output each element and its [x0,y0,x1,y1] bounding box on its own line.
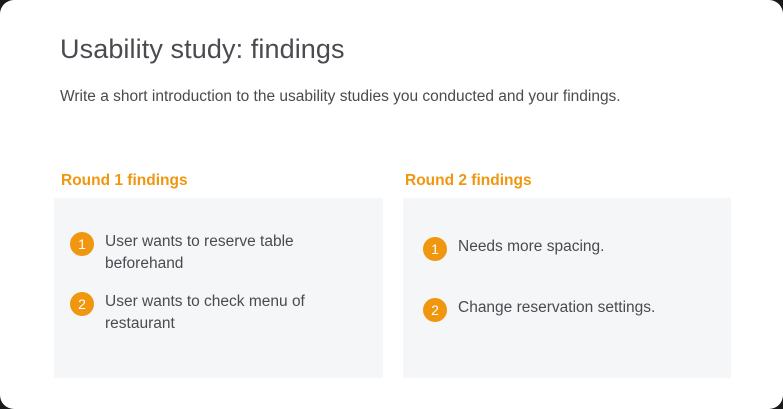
finding-text: User wants to reserve table beforehand [105,233,294,272]
finding-item: 2 User wants to check menu of restaurant [70,292,360,335]
finding-item: 1 Needs more spacing. [423,237,713,261]
number-badge: 2 [70,292,94,316]
finding-text: Change reservation settings. [458,299,656,316]
round-2-heading: Round 2 findings [405,172,532,189]
round-1-findings-panel: 1 User wants to reserve table beforehand… [54,198,383,378]
finding-item: 2 Change reservation settings. [423,298,713,322]
page-title: Usability study: findings [60,34,345,64]
number-badge: 1 [423,237,447,261]
intro-text: Write a short introduction to the usabil… [60,88,621,105]
round-1-heading: Round 1 findings [61,172,188,189]
number-badge: 2 [423,298,447,322]
round-2-findings-panel: 1 Needs more spacing. 2 Change reservati… [403,198,731,378]
finding-item: 1 User wants to reserve table beforehand [70,232,360,275]
finding-text: User wants to check menu of restaurant [105,293,305,332]
number-badge: 1 [70,232,94,256]
finding-text: Needs more spacing. [458,238,605,255]
slide-card: Usability study: findings Write a short … [0,0,783,409]
